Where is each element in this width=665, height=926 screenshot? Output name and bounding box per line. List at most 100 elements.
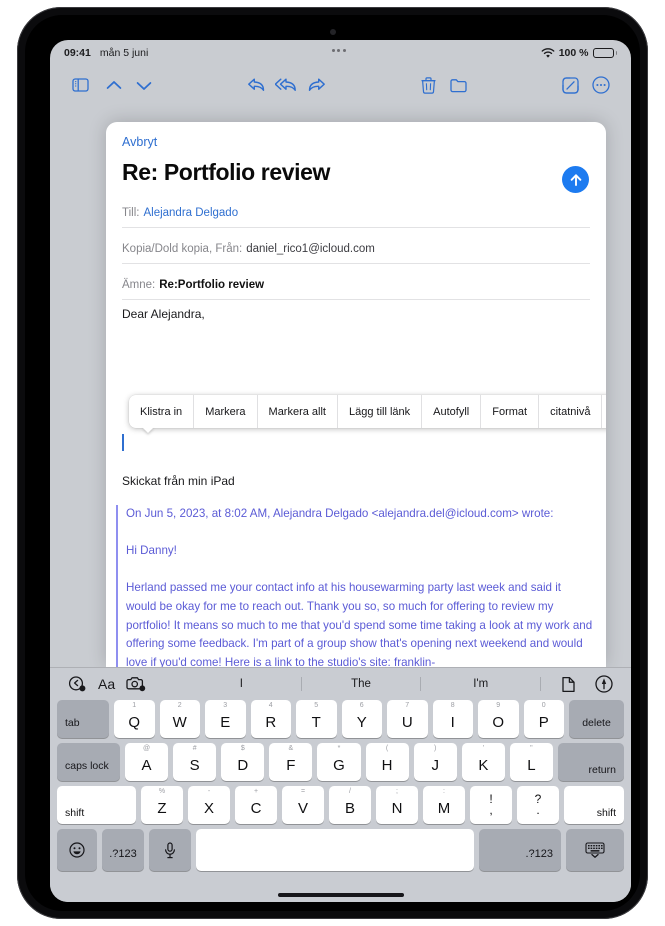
key-alt-label: & — [288, 745, 294, 752]
sidebar-toggle-icon[interactable] — [65, 71, 95, 99]
subject-field[interactable]: Ämne: Re:Portfolio review — [122, 270, 590, 300]
key-delete[interactable]: delete — [569, 700, 624, 738]
key-caps-lock[interactable]: caps lock — [57, 743, 120, 781]
key-e[interactable]: 3E — [205, 700, 246, 738]
key-label: Y — [356, 714, 367, 731]
delete-icon[interactable] — [414, 71, 444, 99]
key-y[interactable]: 6Y — [341, 700, 382, 738]
key-emoji[interactable] — [57, 829, 97, 871]
key-z[interactable]: % Z — [141, 786, 183, 824]
wifi-icon — [541, 47, 555, 59]
keyboard-row-1: tab 1Q 2W 3E 4R 5T 6Y 7U 8I 9O 0P delete — [50, 700, 631, 738]
cancel-button[interactable]: Avbryt — [122, 135, 157, 149]
key-s[interactable]: # S — [173, 743, 217, 781]
menu-item-format[interactable]: Format — [481, 395, 540, 428]
cc-from-field-value[interactable]: daniel_rico1@icloud.com — [246, 243, 375, 255]
key-o[interactable]: 9O — [478, 700, 519, 738]
key-label: D — [237, 757, 249, 774]
move-to-folder-icon[interactable] — [444, 71, 474, 99]
forward-icon[interactable] — [301, 71, 331, 99]
key-u[interactable]: 7U — [387, 700, 428, 738]
to-field-recipient[interactable]: Alejandra Delgado — [143, 207, 238, 219]
text-format-icon[interactable]: Aa — [94, 676, 119, 692]
key-numbers-right[interactable]: .?123 — [479, 829, 561, 871]
more-options-icon[interactable] — [586, 71, 616, 99]
key-alt-label: + — [253, 788, 259, 795]
key-m[interactable]: :M — [423, 786, 465, 824]
key-t[interactable]: 5T — [296, 700, 337, 738]
key-w[interactable]: 2W — [159, 700, 200, 738]
key-shift-left[interactable]: shift — [57, 786, 136, 824]
key-label: L — [527, 757, 536, 774]
key-microphone[interactable] — [149, 829, 191, 871]
key-label: .?123 — [109, 847, 137, 860]
key-label: , — [489, 803, 493, 817]
menu-item-select-all[interactable]: Markera allt — [258, 395, 338, 428]
document-insert-icon[interactable] — [553, 671, 583, 697]
key-space[interactable] — [196, 829, 474, 871]
markup-pen-icon[interactable] — [589, 671, 619, 697]
key-alt-label: ( — [385, 745, 389, 752]
key-x[interactable]: -X — [188, 786, 230, 824]
key-label: E — [220, 714, 231, 731]
key-comma[interactable]: !, — [470, 786, 512, 824]
key-v[interactable]: = V — [282, 786, 324, 824]
key-alt-label: " — [530, 745, 533, 752]
key-numbers-left[interactable]: .?123 — [102, 829, 144, 871]
chevron-right-icon[interactable] — [602, 395, 606, 428]
key-h[interactable]: (H — [365, 743, 409, 781]
key-alt-label: / — [349, 788, 351, 795]
suggestion-2[interactable]: The — [302, 677, 422, 691]
key-i[interactable]: 8I — [432, 700, 473, 738]
key-j[interactable]: ) J — [413, 743, 457, 781]
menu-item-autofill[interactable]: Autofyll — [422, 395, 482, 428]
key-n[interactable]: ; N — [376, 786, 418, 824]
camera-insert-icon[interactable] — [121, 671, 151, 697]
key-alt-label: 5 — [314, 702, 319, 709]
key-label: K — [478, 757, 489, 774]
key-alt-label: : — [443, 788, 445, 795]
suggestion-3[interactable]: I'm — [421, 677, 542, 691]
key-c[interactable]: + C — [235, 786, 277, 824]
status-bar-right: 100 % — [541, 47, 617, 59]
key-g[interactable]: * G — [317, 743, 361, 781]
menu-item-paste[interactable]: Klistra in — [129, 395, 195, 428]
menu-item-quote-level[interactable]: citatnivå — [539, 395, 603, 428]
key-r[interactable]: 4R — [250, 700, 291, 738]
compose-icon[interactable] — [556, 71, 586, 99]
device-bezel: 09:41 mån 5 juni 100 % Avbryt Re: Portfo… — [25, 15, 640, 911]
key-b[interactable]: / B — [329, 786, 371, 824]
key-tab[interactable]: tab — [57, 700, 109, 738]
suggestion-1[interactable]: I — [182, 677, 302, 691]
menu-item-add-link[interactable]: Lägg till länk — [338, 395, 423, 428]
menu-item-select[interactable]: Markera — [194, 395, 258, 428]
key-p[interactable]: 0P — [523, 700, 564, 738]
cc-from-field[interactable]: Kopia/Dold kopia, Från: daniel_rico1@icl… — [122, 234, 590, 264]
reply-icon[interactable] — [241, 71, 271, 99]
key-alt-label: 3 — [223, 702, 228, 709]
multitask-dots-icon[interactable] — [331, 49, 346, 52]
send-button[interactable] — [562, 166, 589, 193]
to-field[interactable]: Till: Alejandra Delgado — [122, 198, 590, 228]
key-d[interactable]: $ D — [221, 743, 265, 781]
home-indicator[interactable] — [277, 893, 404, 897]
key-q[interactable]: 1Q — [114, 700, 155, 738]
key-return[interactable]: return — [557, 743, 624, 781]
predictive-right-tools — [541, 671, 619, 697]
key-l[interactable]: " L — [509, 743, 553, 781]
key-label: V — [297, 800, 308, 817]
reply-all-icon[interactable] — [271, 71, 301, 99]
compose-title: Re: Portfolio review — [122, 159, 330, 185]
key-k[interactable]: ' K — [461, 743, 505, 781]
key-a[interactable]: @ A — [125, 743, 169, 781]
subject-field-value[interactable]: Re:Portfolio review — [159, 279, 264, 291]
next-message-icon[interactable] — [129, 71, 159, 99]
key-shift-right[interactable]: shift — [564, 786, 624, 824]
key-period[interactable]: ?. — [517, 786, 559, 824]
undo-redo-icon[interactable] — [62, 671, 92, 697]
key-label: T — [311, 714, 321, 731]
key-dismiss-keyboard[interactable] — [566, 829, 624, 871]
previous-message-icon[interactable] — [99, 71, 129, 99]
body-signature: Skickat från min iPad — [122, 474, 235, 488]
key-f[interactable]: & F — [269, 743, 313, 781]
